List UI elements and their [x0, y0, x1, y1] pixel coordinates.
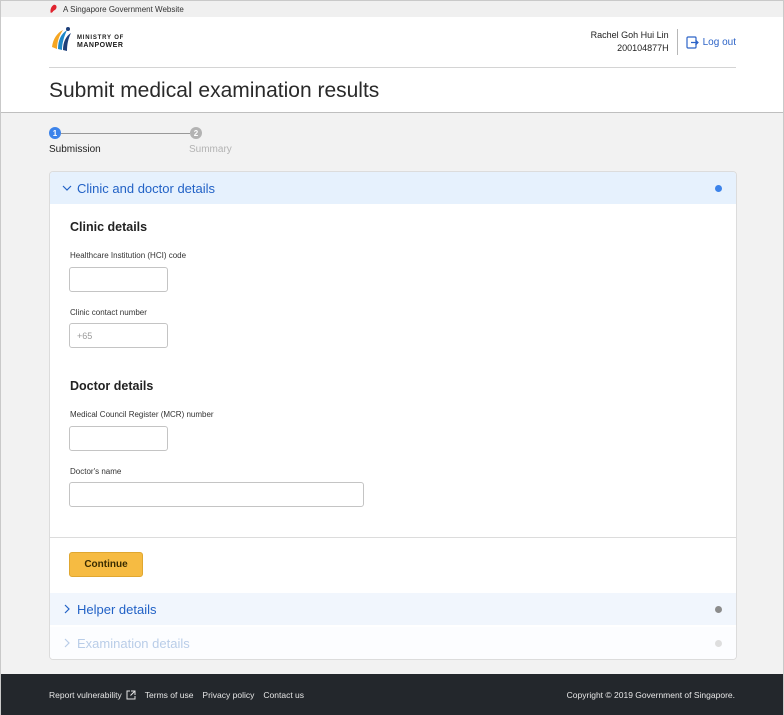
step-1-indicator: 1 — [49, 127, 61, 139]
form-card: Clinic and doctor details Clinic details… — [49, 171, 737, 660]
footer-link-contact[interactable]: Contact us — [263, 690, 304, 700]
mom-logo-text: MINISTRY OF MANPOWER — [77, 35, 124, 49]
doctor-details-heading: Doctor details — [70, 379, 154, 393]
logout-button[interactable]: Log out — [686, 35, 736, 49]
singapore-lion-icon — [50, 4, 57, 14]
accordion-examination-header: Examination details — [50, 627, 736, 659]
clinic-contact-input[interactable] — [69, 323, 168, 348]
chevron-down-icon — [62, 185, 72, 191]
accordion-clinic-doctor-title: Clinic and doctor details — [77, 180, 216, 196]
logout-icon — [686, 35, 699, 49]
step-connector — [61, 133, 190, 134]
step-1-label: Submission — [49, 144, 101, 155]
accordion-clinic-doctor-header[interactable]: Clinic and doctor details — [50, 172, 736, 204]
external-link-icon — [126, 690, 136, 700]
doctor-name-input[interactable] — [69, 482, 364, 507]
user-info: Rachel Goh Hui Lin 200104877H — [591, 29, 678, 55]
status-dot — [715, 640, 722, 647]
accordion-helper-header[interactable]: Helper details — [50, 593, 736, 625]
gov-banner: A Singapore Government Website — [1, 1, 783, 17]
status-dot — [715, 606, 722, 613]
page-title: Submit medical examination results — [49, 79, 380, 102]
chevron-right-icon — [64, 604, 70, 614]
logout-label: Log out — [702, 36, 736, 48]
step-2-label: Summary — [189, 144, 232, 155]
clinic-contact-label: Clinic contact number — [70, 308, 147, 317]
footer-links: Report vulnerability Terms of use Privac… — [49, 690, 313, 700]
footer-link-terms[interactable]: Terms of use — [145, 690, 194, 700]
section-divider — [50, 537, 736, 538]
logo-line-1: MINISTRY OF — [77, 35, 125, 41]
site-header: MINISTRY OF MANPOWER Rachel Goh Hui Lin … — [1, 17, 783, 113]
step-2-indicator: 2 — [190, 127, 202, 139]
clinic-details-heading: Clinic details — [70, 220, 148, 234]
mom-logo-mark-icon — [52, 27, 71, 51]
status-dot — [715, 185, 722, 192]
mom-logo[interactable]: MINISTRY OF MANPOWER — [49, 25, 124, 59]
accordion-examination-title: Examination details — [77, 635, 190, 651]
continue-button[interactable]: Continue — [69, 552, 143, 577]
site-footer: Report vulnerability Terms of use Privac… — [1, 674, 783, 715]
hci-code-label: Healthcare Institution (HCI) code — [70, 251, 187, 260]
hci-code-input[interactable] — [69, 267, 168, 292]
mcr-number-label: Medical Council Register (MCR) number — [70, 410, 214, 419]
user-area: Rachel Goh Hui Lin 200104877H Log out — [591, 29, 736, 55]
chevron-right-icon — [64, 638, 70, 648]
doctor-name-label: Doctor's name — [70, 467, 122, 476]
progress-stepper: 1 2 Submission Summary — [49, 127, 249, 157]
accordion-helper-title: Helper details — [77, 601, 157, 617]
logo-line-2: MANPOWER — [77, 42, 124, 49]
gov-banner-text: A Singapore Government Website — [63, 4, 184, 14]
copyright-text: Copyright © 2019 Government of Singapore… — [566, 690, 735, 700]
user-id: 200104877H — [617, 43, 669, 53]
user-name: Rachel Goh Hui Lin — [590, 30, 669, 40]
footer-link-report-vulnerability[interactable]: Report vulnerability — [49, 690, 122, 700]
mcr-number-input[interactable] — [69, 426, 168, 451]
footer-link-privacy[interactable]: Privacy policy — [202, 690, 254, 700]
